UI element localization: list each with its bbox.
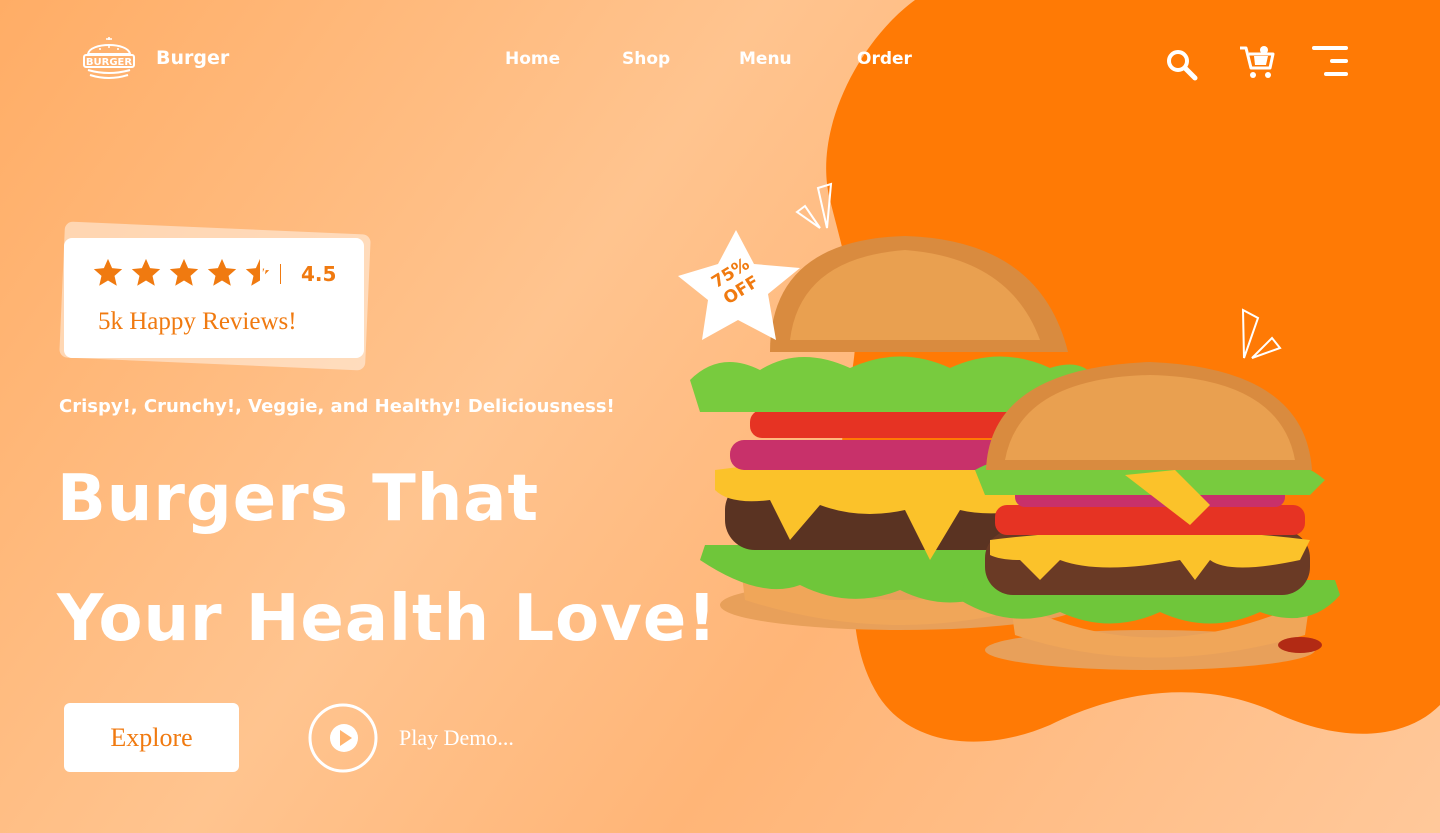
burger-logo-icon: BURGER: [83, 37, 135, 79]
play-demo-label[interactable]: Play Demo...: [399, 725, 514, 751]
hero-headline-line1: Burgers That: [57, 462, 540, 536]
search-icon[interactable]: [1165, 48, 1199, 82]
hero-headline-line2: Your Health Love!: [57, 582, 718, 656]
rating-divider: [280, 264, 281, 284]
star-rating: [91, 256, 281, 290]
hero-tagline: Crispy!, Crunchy!, Veggie, and Healthy! …: [59, 396, 615, 417]
rating-value: 4.5: [301, 262, 337, 286]
star-icon: [93, 258, 123, 286]
nav-item-shop[interactable]: Shop: [622, 49, 670, 69]
brand-name: Burger: [156, 47, 230, 69]
play-demo-button[interactable]: [308, 703, 378, 773]
rating-card: 4.5 5k Happy Reviews!: [64, 238, 364, 358]
half-star-icon: [245, 258, 270, 286]
brand-logo[interactable]: BURGER Burger: [82, 36, 229, 80]
cart-icon[interactable]: [1238, 44, 1276, 80]
logo-wordmark: BURGER: [86, 57, 132, 68]
star-icon: [131, 258, 161, 286]
explore-button[interactable]: Explore: [64, 703, 239, 772]
nav-item-menu[interactable]: Menu: [739, 49, 792, 69]
hamburger-menu-icon[interactable]: [1310, 44, 1350, 78]
nav-item-order[interactable]: Order: [857, 49, 912, 69]
star-icon: [169, 258, 199, 286]
reviews-count: 5k Happy Reviews!: [98, 308, 297, 335]
nav-item-home[interactable]: Home: [505, 49, 560, 69]
star-icon: [207, 258, 237, 286]
